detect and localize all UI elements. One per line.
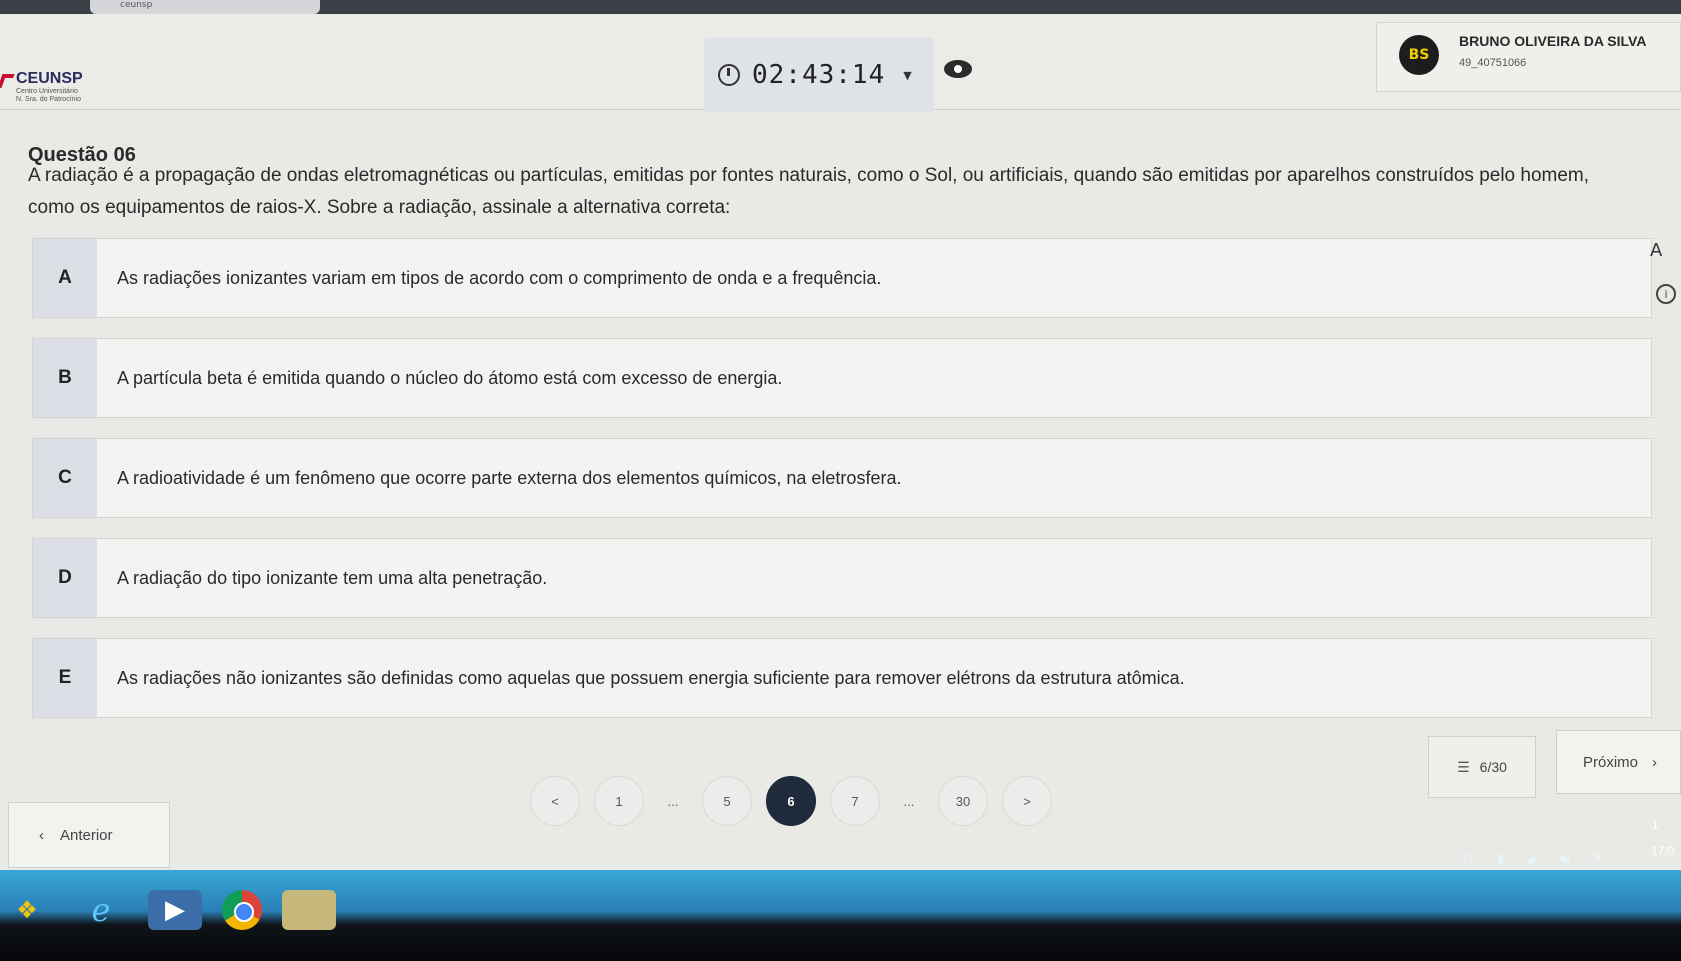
previous-button[interactable]: ‹ Anterior (8, 802, 170, 868)
avatar: BS (1399, 35, 1439, 75)
user-info[interactable]: BS BRUNO OLIVEIRA DA SILVA 49_40751066 (1376, 22, 1681, 92)
logo-name: CEUNSP (16, 70, 83, 87)
browser-top-strip: ceunsp (0, 0, 1681, 14)
prev-page-button[interactable]: < (530, 776, 580, 826)
network-icon[interactable]: ◢ (1526, 851, 1535, 865)
browser-tab[interactable]: ceunsp (90, 0, 320, 14)
option-a[interactable]: A As radiações ionizantes variam em tipo… (32, 238, 1652, 318)
list-icon: ☰ (1457, 758, 1470, 775)
option-letter: C (33, 439, 97, 517)
previous-label: Anterior (60, 826, 113, 844)
option-text: A partícula beta é emitida quando o núcl… (117, 367, 783, 388)
page-button[interactable]: 5 (702, 776, 752, 826)
user-id: 49_40751066 (1459, 57, 1527, 69)
chrome-icon[interactable] (222, 890, 262, 930)
current-page-button[interactable]: 6 (766, 776, 816, 826)
question-counter[interactable]: ☰ 6/30 (1428, 736, 1536, 798)
stopwatch-icon (718, 64, 740, 86)
page-ellipsis: ... (903, 793, 915, 809)
option-letter: D (33, 539, 97, 617)
taskbar-apps: ❖ e ▶ (0, 890, 356, 930)
tray-date[interactable]: 17/0 (1651, 844, 1674, 858)
counter-value: 6/30 (1479, 759, 1507, 775)
user-name: BRUNO OLIVEIRA DA SILVA (1459, 33, 1647, 49)
option-letter: B (33, 339, 97, 417)
option-text: A radiação do tipo ionizante tem uma alt… (117, 567, 548, 588)
page-ellipsis: ... (667, 793, 679, 809)
system-tray: PT ▮ ◢ ◀) ⚑ (1460, 846, 1625, 870)
language-indicator[interactable]: PT (1460, 851, 1475, 865)
next-page-button[interactable]: > (1002, 776, 1052, 826)
media-player-icon[interactable]: ▶ (148, 890, 202, 930)
font-size-button[interactable]: A (1650, 240, 1662, 261)
option-letter: E (33, 639, 97, 717)
battery-icon[interactable]: ▮ (1497, 851, 1504, 865)
exam-header: CEUNSP Centro Universitário N. Sra. do P… (0, 14, 1681, 112)
question-text: A radiação é a propagação de ondas eletr… (28, 165, 1590, 218)
option-text: As radiações ionizantes variam em tipos … (117, 267, 882, 288)
next-button[interactable]: Próximo › (1556, 730, 1681, 794)
option-c[interactable]: C A radioatividade é um fenômeno que oco… (32, 438, 1652, 518)
option-text: As radiações não ionizantes são definida… (117, 667, 1185, 688)
option-text: A radioatividade é um fenômeno que ocorr… (117, 467, 902, 488)
page-button[interactable]: 30 (938, 776, 988, 826)
eye-icon[interactable] (944, 60, 972, 78)
answer-options: A As radiações ionizantes variam em tipo… (32, 238, 1652, 738)
chevron-down-icon[interactable]: ▼ (903, 69, 911, 82)
question-pagination: < 1 ... 5 6 7 ... 30 > (530, 776, 1066, 826)
chevron-left-icon: ‹ (39, 826, 44, 844)
logo-subtitle-1: Centro Universitário (16, 88, 78, 95)
page-button[interactable]: 1 (594, 776, 644, 826)
windows-taskbar: ❖ e ▶ (0, 870, 1681, 961)
next-label: Próximo (1583, 753, 1639, 771)
option-b[interactable]: B A partícula beta é emitida quando o nú… (32, 338, 1652, 418)
logo-subtitle-2: N. Sra. do Patrocínio (16, 96, 81, 103)
option-d[interactable]: D A radiação do tipo ionizante tem uma a… (32, 538, 1652, 618)
folder-app-icon[interactable] (282, 890, 336, 930)
tray-time[interactable]: 1 (1652, 818, 1659, 832)
option-letter: A (33, 239, 97, 317)
flag-icon[interactable]: ⚑ (1592, 851, 1603, 865)
volume-icon[interactable]: ◀) (1557, 851, 1570, 865)
windows-start-icon[interactable]: ❖ (0, 890, 54, 930)
exam-timer[interactable]: 02:43:14 ▼ (704, 38, 934, 112)
chevron-right-icon: › (1652, 753, 1658, 771)
page-button[interactable]: 7 (830, 776, 880, 826)
logo-mark-icon (0, 74, 15, 88)
option-e[interactable]: E As radiações não ionizantes são defini… (32, 638, 1652, 718)
timer-value: 02:43:14 (752, 60, 886, 90)
info-icon[interactable]: i (1656, 284, 1676, 304)
internet-explorer-icon[interactable]: e (74, 890, 128, 930)
